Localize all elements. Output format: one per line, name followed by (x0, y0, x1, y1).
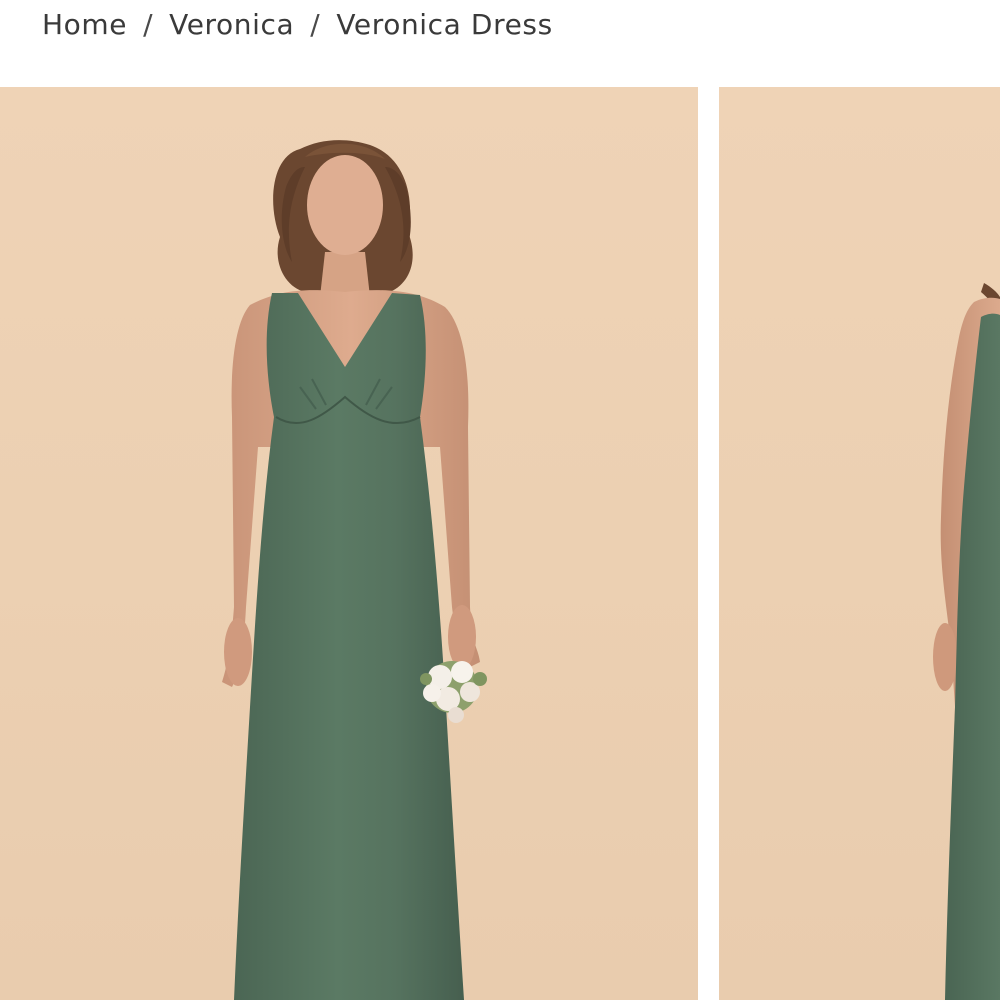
product-image-side[interactable] (719, 87, 1000, 1000)
breadcrumb: Home / Veronica / Veronica Dress (42, 4, 553, 44)
product-image-front[interactable] (0, 87, 698, 1000)
breadcrumb-separator: / (143, 7, 154, 41)
breadcrumb-current-page: Veronica Dress (336, 7, 553, 41)
product-image-gallery[interactable] (0, 87, 1000, 1000)
model-side-illustration (933, 283, 1000, 1000)
breadcrumb-home-link[interactable]: Home (42, 8, 127, 41)
model-front-illustration (222, 140, 487, 1000)
breadcrumb-veronica-link[interactable]: Veronica (169, 8, 294, 41)
breadcrumb-separator: / (310, 7, 321, 41)
